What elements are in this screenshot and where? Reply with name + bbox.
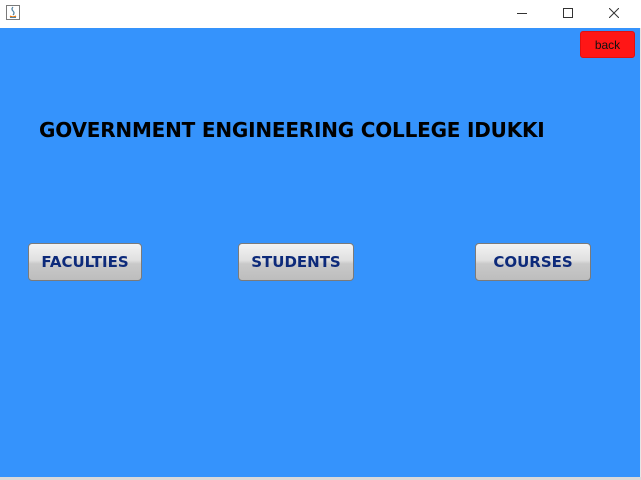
courses-button[interactable]: COURSES: [475, 243, 591, 281]
minimize-button[interactable]: [499, 0, 545, 26]
close-button[interactable]: [591, 0, 637, 26]
java-app-icon: [6, 5, 20, 20]
title-bar[interactable]: [0, 0, 641, 28]
maximize-icon: [563, 8, 573, 18]
app-window: back GOVERNMENT ENGINEERING COLLEGE IDUK…: [0, 0, 641, 480]
maximize-button[interactable]: [545, 0, 591, 26]
page-title: GOVERNMENT ENGINEERING COLLEGE IDUKKI: [39, 118, 545, 142]
close-icon: [609, 8, 619, 18]
faculties-button[interactable]: FACULTIES: [28, 243, 142, 281]
back-button[interactable]: back: [580, 31, 635, 58]
students-button[interactable]: STUDENTS: [238, 243, 354, 281]
minimize-icon: [517, 13, 527, 14]
